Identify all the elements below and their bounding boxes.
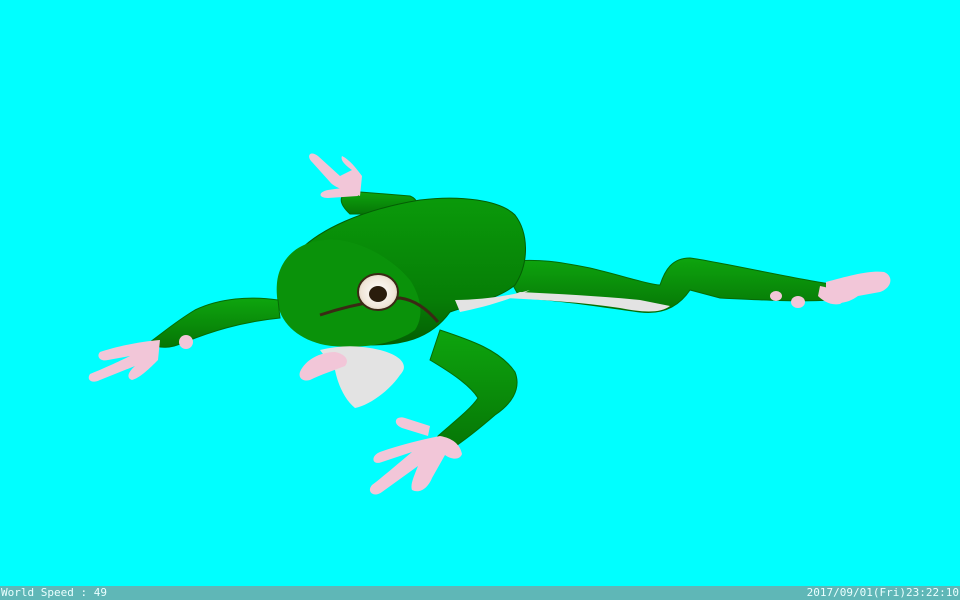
datetime-readout: 2017/09/01(Fri)23:22:10	[806, 586, 959, 599]
world-speed-label: World Speed :	[1, 586, 94, 599]
status-bar: World Speed : 49 2017/09/01(Fri)23:22:10	[0, 586, 960, 600]
frog-rear-right-leg	[499, 257, 891, 314]
3d-viewport[interactable]	[0, 0, 960, 586]
world-speed-readout: World Speed : 49	[1, 586, 107, 600]
world-speed-value: 49	[93, 586, 107, 599]
frog-scene	[88, 153, 891, 495]
frog-front-left-leg	[88, 297, 281, 382]
